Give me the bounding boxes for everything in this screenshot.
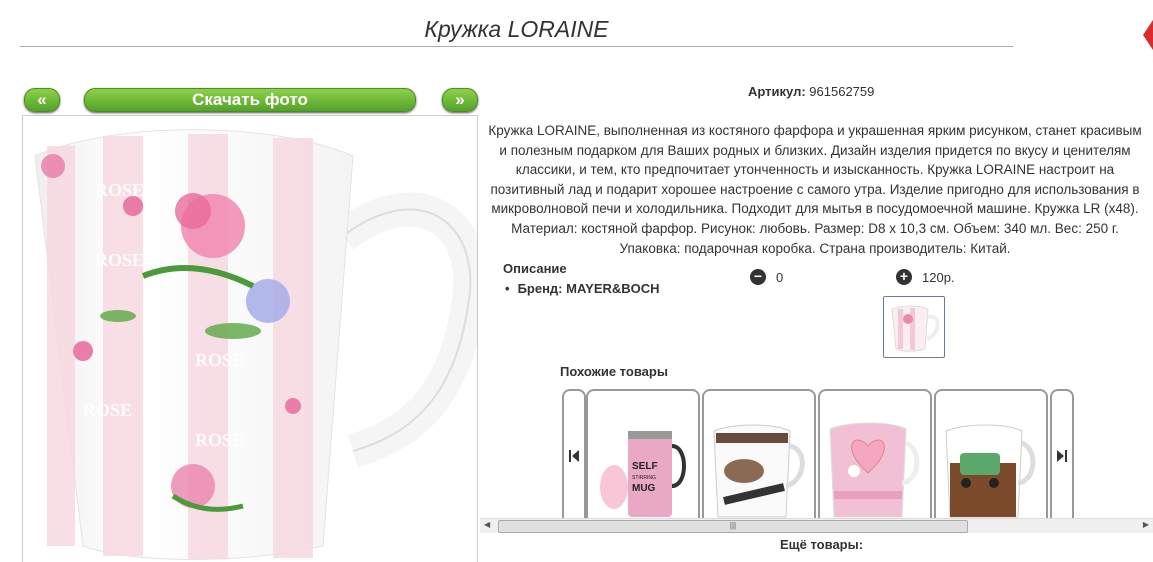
article-value: 961562759: [809, 84, 875, 99]
quantity-control: − 0: [750, 269, 783, 285]
similar-product-card[interactable]: [934, 389, 1048, 521]
skip-back-icon[interactable]: [562, 389, 586, 521]
scroll-right-icon[interactable]: ▶: [1143, 520, 1149, 529]
card-text: STIRRING: [632, 475, 656, 481]
prev-photo-button[interactable]: «: [24, 88, 60, 112]
article-label: Артикул:: [748, 84, 806, 99]
brand-text: Бренд: MAYER&BOCH: [517, 281, 660, 296]
description-section-label: Описание: [503, 261, 567, 276]
product-photo: ROSE ROSE ROSE ROSE ROSE: [22, 115, 478, 562]
mug-print-text: ROSE: [83, 400, 132, 420]
page-title: Кружка LORAINE: [20, 14, 1013, 47]
quantity-value: 0: [776, 269, 784, 285]
plus-icon[interactable]: +: [896, 269, 912, 285]
next-photo-button[interactable]: »: [442, 88, 478, 112]
article-number: Артикул: 961562759: [748, 84, 874, 99]
scroll-left-icon[interactable]: ◀: [484, 520, 490, 529]
download-photo-button[interactable]: Скачать фото: [84, 88, 416, 112]
close-icon[interactable]: [1143, 20, 1153, 50]
scrollbar-thumb[interactable]: |||: [498, 520, 968, 533]
similar-product-card[interactable]: [818, 389, 932, 521]
more-products-title: Ещё товары:: [780, 537, 864, 552]
skip-forward-icon[interactable]: [1050, 389, 1074, 521]
similar-product-card[interactable]: [702, 389, 816, 521]
card-text: SELF: [632, 461, 658, 472]
carousel-scrollbar[interactable]: ◀ ||| ▶: [480, 518, 1153, 533]
mug-print-text: ROSE: [195, 430, 244, 450]
product-thumbnail[interactable]: [883, 296, 945, 358]
similar-products-title: Похожие товары: [560, 364, 668, 379]
minus-icon[interactable]: −: [750, 269, 766, 285]
mug-print-text: ROSE: [195, 350, 244, 370]
mug-print-text: ROSE: [95, 250, 144, 270]
similar-product-card[interactable]: SELF STIRRING MUG: [586, 389, 700, 521]
price-value: 120р.: [922, 269, 955, 285]
brand-item: • Бренд: MAYER&BOCH: [505, 281, 660, 296]
product-description: Кружка LORAINE, выполненная из костяного…: [488, 123, 1142, 256]
card-text: MUG: [632, 483, 656, 494]
price-control: + 120р.: [896, 269, 955, 285]
bullet-icon: •: [505, 281, 510, 296]
